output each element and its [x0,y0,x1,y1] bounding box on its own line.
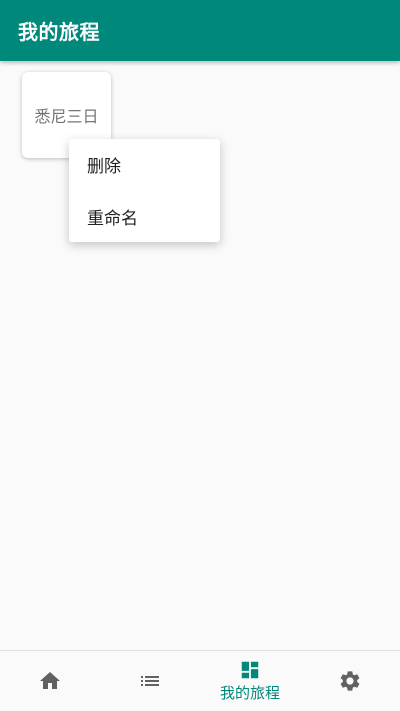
gear-icon [340,671,360,691]
nav-item-list[interactable] [100,651,200,711]
dashboard-icon [241,661,259,679]
app-bar: 我的旅程 [0,0,400,61]
page-title: 我的旅程 [18,20,100,44]
nav-item-home[interactable] [0,651,100,711]
menu-item-rename[interactable]: 重命名 [69,191,220,243]
bottom-navigation: 我的旅程 [0,650,400,711]
nav-item-settings[interactable] [300,651,400,711]
trip-card-label: 悉尼三日 [34,107,99,126]
nav-item-my-trips[interactable]: 我的旅程 [200,651,300,711]
context-menu: 删除 重命名 [69,139,220,242]
list-icon [141,676,159,686]
menu-item-delete[interactable]: 删除 [69,139,220,191]
nav-label-my-trips: 我的旅程 [219,684,280,702]
home-icon [40,672,60,689]
